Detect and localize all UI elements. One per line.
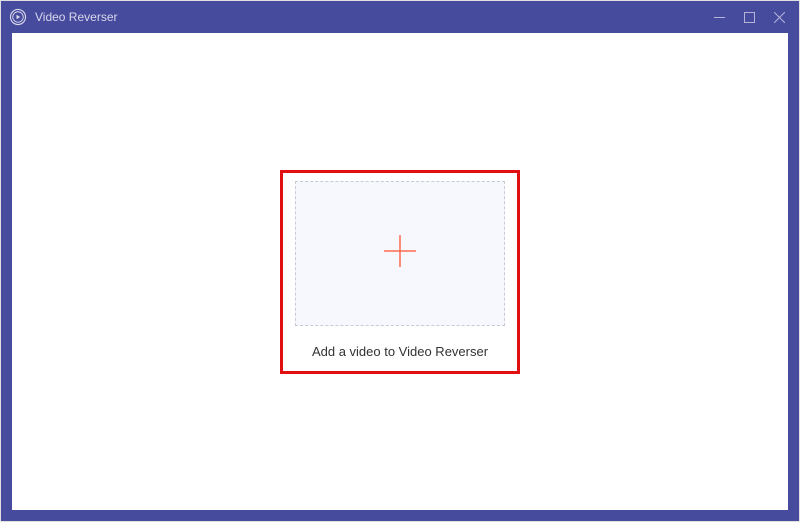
app-window: Video Reverser Add a vid bbox=[0, 0, 800, 522]
plus-icon bbox=[381, 232, 419, 275]
content-area: Add a video to Video Reverser bbox=[1, 33, 799, 521]
add-video-label: Add a video to Video Reverser bbox=[312, 344, 488, 359]
window-controls bbox=[713, 11, 791, 23]
minimize-button[interactable] bbox=[713, 11, 725, 23]
app-icon bbox=[9, 8, 27, 26]
app-title: Video Reverser bbox=[35, 10, 713, 24]
titlebar: Video Reverser bbox=[1, 1, 799, 33]
add-video-dropzone[interactable] bbox=[295, 181, 505, 326]
close-button[interactable] bbox=[773, 11, 785, 23]
maximize-button[interactable] bbox=[743, 11, 755, 23]
highlight-box: Add a video to Video Reverser bbox=[280, 170, 520, 374]
